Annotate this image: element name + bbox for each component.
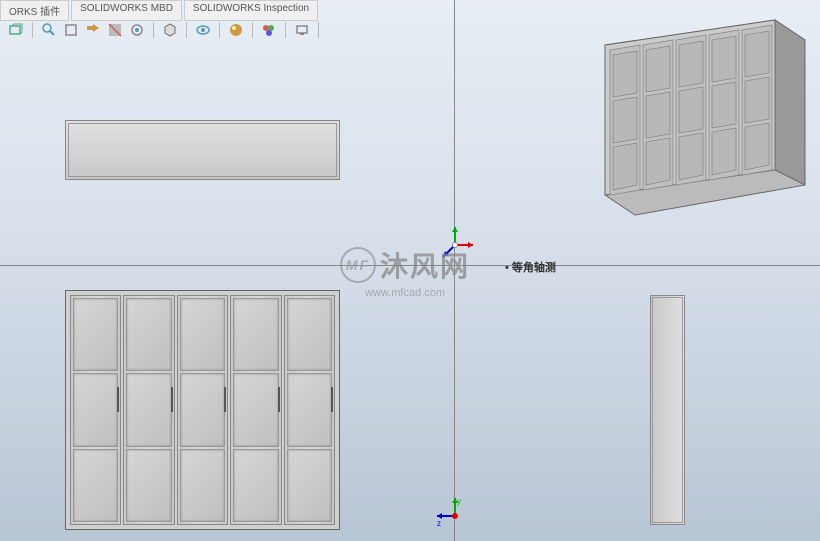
toolbar-separator [186,22,187,38]
edit-appearance-icon[interactable] [261,22,277,38]
toolbar-separator [153,22,154,38]
view-settings-icon[interactable] [294,22,310,38]
toolbar-separator [285,22,286,38]
watermark: MF 沐风网 www.mfcad.com [340,245,470,299]
orientation-icon[interactable] [8,22,24,38]
toolbar-separator [219,22,220,38]
model-side-view [650,295,685,525]
section-view-icon[interactable] [107,22,123,38]
zoom-area-icon[interactable] [41,22,57,38]
tab-mbd[interactable]: SOLIDWORKS MBD [71,0,182,21]
toolbar-separator [252,22,253,38]
zoom-fit-icon[interactable] [63,22,79,38]
watermark-url: www.mfcad.com [340,287,470,299]
view-label-isometric: • 等角轴测 [505,259,556,275]
display-style-icon[interactable] [162,22,178,38]
tab-inspection[interactable]: SOLIDWORKS Inspection [184,0,318,21]
apply-scene-icon[interactable] [228,22,244,38]
model-front-view [65,290,340,530]
watermark-text: 沐风网 [380,245,470,285]
tab-plugins[interactable]: ORKS 插件 [0,0,69,21]
hide-show-icon[interactable] [195,22,211,38]
toolbar-separator [318,22,319,38]
triad-bottom: y z [435,496,475,536]
model-isometric-view [560,15,810,225]
toolbar-separator [32,22,33,38]
previous-view-icon[interactable] [85,22,101,38]
axis-z-label: z [437,519,441,528]
model-top-view [65,120,340,180]
dynamic-view-icon[interactable] [129,22,145,38]
axis-y-label: y [457,497,461,506]
watermark-logo: MF [340,247,376,283]
view-toolbar [8,22,321,38]
